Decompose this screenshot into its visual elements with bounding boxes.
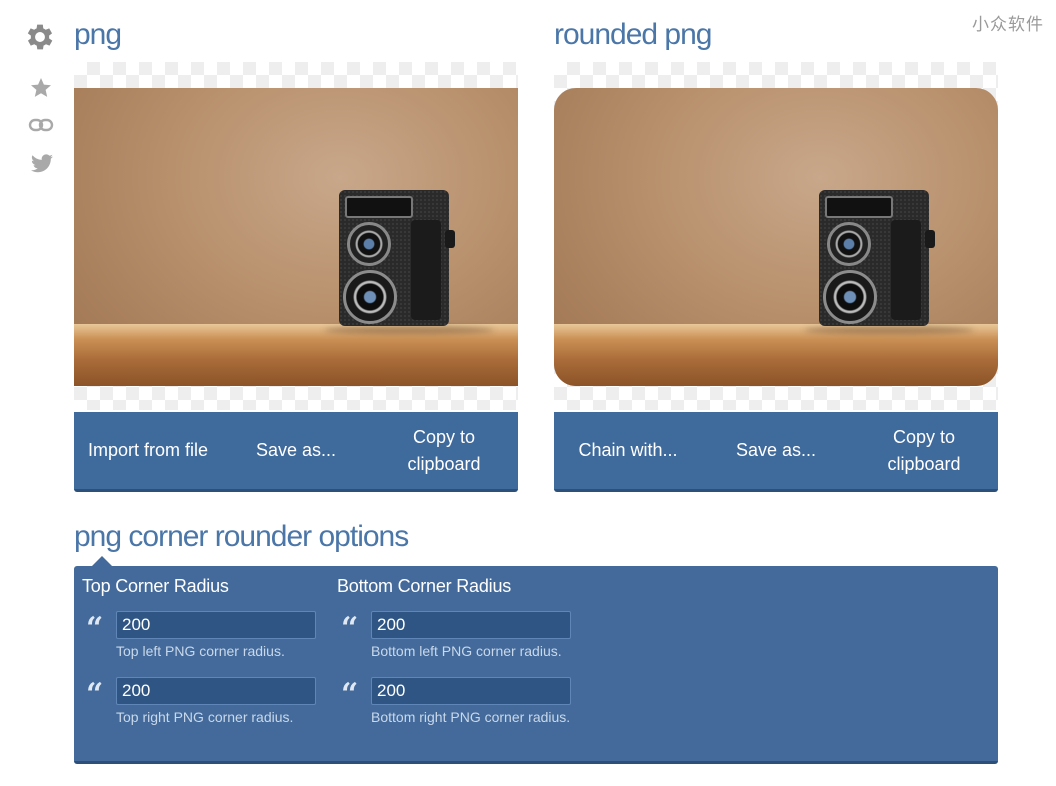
gear-icon[interactable] xyxy=(23,20,57,54)
quote-icon: “ xyxy=(341,611,359,646)
link-icon[interactable] xyxy=(28,118,54,132)
save-as-button[interactable]: Save as... xyxy=(222,437,370,464)
photo-rounded xyxy=(554,88,998,386)
top-left-help: Top left PNG corner radius. xyxy=(116,643,285,659)
top-right-field: “ Top right PNG corner radius. xyxy=(82,677,316,743)
top-left-field: “ Top left PNG corner radius. xyxy=(82,611,316,677)
quote-icon: “ xyxy=(86,611,104,646)
top-right-help: Top right PNG corner radius. xyxy=(116,709,294,725)
png-button-bar: Import from file Save as... Copy to clip… xyxy=(74,412,518,492)
rounded-png-button-bar: Chain with... Save as... Copy to clipboa… xyxy=(554,412,998,492)
top-corner-heading: Top Corner Radius xyxy=(82,576,229,596)
bottom-right-radius-input[interactable] xyxy=(371,677,571,705)
bottom-corner-heading: Bottom Corner Radius xyxy=(337,576,512,596)
quote-icon: “ xyxy=(86,677,104,712)
bottom-left-radius-input[interactable] xyxy=(371,611,571,639)
rounded-png-panel-title: rounded png xyxy=(554,18,712,51)
photo xyxy=(74,88,518,386)
png-panel-title: png xyxy=(74,18,122,51)
bottom-right-field: “ Bottom right PNG corner radius. xyxy=(337,677,571,743)
twitter-icon[interactable] xyxy=(30,154,54,174)
copy-to-clipboard-button[interactable]: Copy to clipboard xyxy=(850,424,998,478)
png-preview xyxy=(74,62,518,410)
top-left-radius-input[interactable] xyxy=(116,611,316,639)
bottom-right-help: Bottom right PNG corner radius. xyxy=(371,709,571,725)
options-panel: Top Corner Radius “ Top left PNG corner … xyxy=(74,566,998,764)
camera-image xyxy=(819,190,935,326)
star-icon[interactable] xyxy=(29,76,53,100)
options-title: png corner rounder options xyxy=(74,520,409,553)
bottom-left-field: “ Bottom left PNG corner radius. xyxy=(337,611,571,677)
watermark: 小众软件 xyxy=(972,15,1044,34)
bottom-corner-column: Bottom Corner Radius “ Bottom left PNG c… xyxy=(337,576,571,743)
rounded-png-preview xyxy=(554,62,998,410)
copy-to-clipboard-button[interactable]: Copy to clipboard xyxy=(370,424,518,478)
top-corner-column: Top Corner Radius “ Top left PNG corner … xyxy=(82,576,316,743)
save-as-button[interactable]: Save as... xyxy=(702,437,850,464)
top-right-radius-input[interactable] xyxy=(116,677,316,705)
bottom-left-help: Bottom left PNG corner radius. xyxy=(371,643,562,659)
options-notch xyxy=(92,556,112,566)
chain-with-button[interactable]: Chain with... xyxy=(554,437,702,464)
camera-image xyxy=(339,190,455,326)
import-from-file-button[interactable]: Import from file xyxy=(74,437,222,464)
quote-icon: “ xyxy=(341,677,359,712)
